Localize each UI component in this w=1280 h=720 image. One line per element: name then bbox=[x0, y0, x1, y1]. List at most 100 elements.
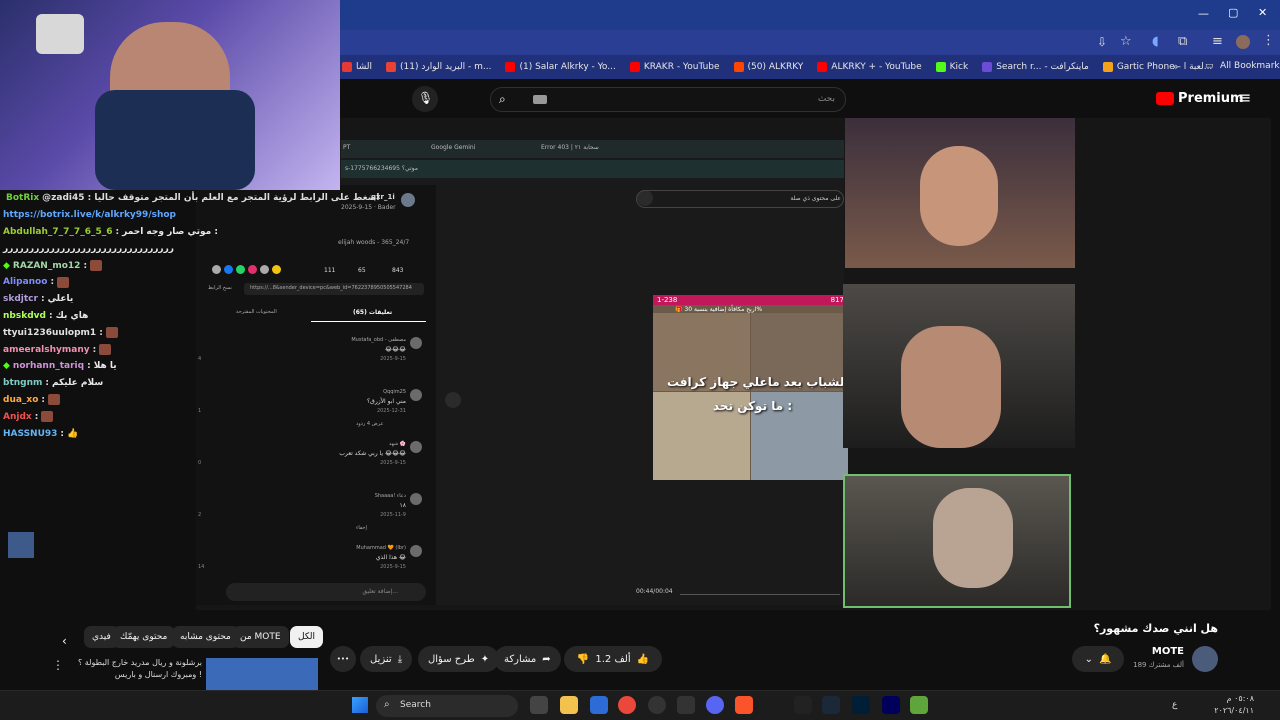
close-button[interactable]: ✕ bbox=[1258, 6, 1267, 19]
bookmarks-overflow-button[interactable]: » bbox=[1172, 60, 1179, 73]
channel-name[interactable]: MOTE bbox=[1152, 646, 1184, 657]
ask-button[interactable]: طرح سؤال ✦ bbox=[418, 646, 500, 672]
recommendation-chip[interactable]: فيدي bbox=[84, 626, 119, 648]
poster-avatar[interactable] bbox=[401, 193, 415, 207]
chat-username[interactable]: RAZAN_mo12 bbox=[13, 261, 81, 271]
bookmark-item[interactable]: (1) Salar Alkrky - Yo... bbox=[505, 62, 616, 72]
chat-username[interactable]: dua_xo bbox=[3, 395, 38, 405]
commenter-avatar[interactable] bbox=[410, 545, 422, 557]
related-tab[interactable]: المحتويات المقترحة bbox=[236, 309, 277, 315]
clock-date[interactable]: ٢٠٢٦/٠٤/١١ bbox=[1214, 706, 1254, 715]
chrome-icon[interactable] bbox=[618, 696, 636, 714]
keyboard-icon[interactable] bbox=[533, 95, 547, 104]
bookmark-item[interactable]: KRAKR - YouTube bbox=[629, 62, 720, 72]
commenter-name[interactable]: شهد 🌸 bbox=[389, 441, 406, 447]
store-icon[interactable] bbox=[590, 696, 608, 714]
bookmark-item[interactable]: (11) البريد الوارد - m... bbox=[386, 62, 491, 72]
recommended-title-2[interactable]: ومبروك ارسنال و باريس ! bbox=[115, 670, 202, 679]
chat-username[interactable]: ameeralshymany bbox=[3, 345, 90, 355]
star-icon[interactable]: ☆ bbox=[1120, 34, 1132, 49]
like-icon[interactable]: 👍 bbox=[637, 654, 649, 665]
recommendation-chip[interactable]: من MOTE bbox=[232, 626, 289, 648]
tab-search-icon[interactable]: ≡ bbox=[1212, 34, 1223, 49]
channel-avatar[interactable] bbox=[1192, 646, 1218, 672]
search-input[interactable]: ⌕ بحث bbox=[490, 87, 846, 112]
task-view-icon[interactable] bbox=[530, 696, 548, 714]
share-count[interactable]: 111 bbox=[324, 267, 335, 274]
hamburger-menu-icon[interactable]: ≡ bbox=[1238, 88, 1251, 107]
chat-username[interactable]: skdjtcr bbox=[3, 294, 38, 304]
recommendation-chip[interactable]: الكل bbox=[290, 626, 324, 648]
recommended-title-1[interactable]: برشلونة و ريال مدريد خارج البطولة ؟ bbox=[78, 658, 202, 667]
chat-username[interactable]: ttyui1236uulopm1 bbox=[3, 328, 96, 338]
chat-username[interactable]: btngnm bbox=[3, 378, 42, 388]
commenter-avatar[interactable] bbox=[410, 389, 422, 401]
windows-start-icon[interactable] bbox=[352, 697, 368, 713]
chat-username[interactable]: Alipanoo bbox=[3, 277, 47, 287]
all-bookmarks-button[interactable]: All Bookmarks bbox=[1220, 61, 1280, 71]
view-replies-button[interactable]: إخفاء bbox=[356, 525, 367, 531]
maximize-button[interactable]: ▢ bbox=[1228, 6, 1238, 19]
related-search-box[interactable]: على محتوى ذي صلة bbox=[636, 190, 844, 208]
extensions-icon[interactable]: ⧉ bbox=[1178, 34, 1187, 49]
bookmark-item[interactable]: Kick bbox=[935, 62, 968, 72]
menu-icon[interactable]: ⋮ bbox=[1262, 33, 1275, 48]
commenter-name[interactable]: Mustafa_obd - مصطفى bbox=[351, 337, 406, 343]
commenter-avatar[interactable] bbox=[410, 337, 422, 349]
inner-tab-1[interactable]: PT bbox=[343, 144, 350, 151]
recommendation-chip[interactable]: محتوى مشابه bbox=[172, 626, 239, 648]
minecraft-icon[interactable] bbox=[910, 696, 928, 714]
comment-count[interactable]: 65 bbox=[358, 267, 366, 274]
bookmark-item[interactable]: الشا bbox=[342, 62, 372, 72]
search-icon[interactable]: ⌕ bbox=[499, 92, 506, 107]
obs-icon[interactable] bbox=[648, 696, 666, 714]
bookmark-item[interactable]: Gartic Phone - لعبة ا... bbox=[1102, 62, 1212, 72]
minimize-button[interactable]: — bbox=[1198, 7, 1209, 20]
profile-avatar[interactable] bbox=[1236, 35, 1250, 49]
steam-icon[interactable] bbox=[822, 696, 840, 714]
more-actions-button[interactable]: ••• bbox=[330, 646, 356, 672]
subscribe-bell-button[interactable]: ⌄ 🔔 bbox=[1072, 646, 1124, 672]
clock-time[interactable]: ٠٥:٠٨ م bbox=[1227, 694, 1254, 703]
scroll-down-button[interactable] bbox=[445, 392, 461, 408]
settings-icon[interactable] bbox=[677, 696, 695, 714]
inner-address-bar[interactable]: s-1775766234695 موتي؟ bbox=[341, 160, 844, 178]
commenter-avatar[interactable] bbox=[410, 441, 422, 453]
language-indicator[interactable]: ع bbox=[1172, 700, 1177, 710]
youtube-premium-logo[interactable]: Premium bbox=[1178, 91, 1244, 106]
commenter-name[interactable]: Qqqim25 bbox=[383, 389, 406, 395]
chat-username[interactable]: Abdullah_7_7_7_6_5_6 bbox=[3, 227, 112, 237]
comments-tab[interactable]: تعليقات (65) bbox=[353, 309, 392, 316]
file-explorer-icon[interactable] bbox=[560, 696, 578, 714]
download-button[interactable]: تنزيل ⤓ bbox=[360, 646, 413, 672]
chat-username[interactable]: HASSNU93 bbox=[3, 429, 57, 439]
recommendation-chip[interactable]: محتوى يهمّك bbox=[112, 626, 176, 648]
chat-username[interactable]: norhann_tariq bbox=[13, 361, 84, 371]
chevron-left-icon[interactable]: ‹ bbox=[62, 634, 67, 648]
recommended-menu-icon[interactable]: ⋮ bbox=[52, 658, 64, 672]
commenter-avatar[interactable] bbox=[410, 493, 422, 505]
bookmark-item[interactable]: ALKRKY + - YouTube bbox=[817, 62, 922, 72]
bookmark-item[interactable]: (50) ALKRKY bbox=[733, 62, 803, 72]
capcut-icon[interactable] bbox=[794, 696, 812, 714]
copy-link-button[interactable]: نسخ الرابط bbox=[208, 285, 232, 291]
like-count[interactable]: 843 bbox=[392, 267, 403, 274]
taskbar-search[interactable]: ⌕ Search bbox=[376, 695, 518, 717]
commenter-name[interactable]: Muhammad 🧡 (Ibr) bbox=[356, 545, 406, 551]
inner-tab-3[interactable]: Error 403 | سحابة ٢١ bbox=[541, 144, 599, 151]
share-button[interactable]: مشاركة ➦ bbox=[494, 646, 561, 672]
share-url-field[interactable]: https://...8&sender_device=pc&web_id=762… bbox=[244, 283, 424, 295]
inner-tab-2[interactable]: Google Gemini bbox=[431, 144, 475, 151]
commenter-name[interactable]: Shaaaa! دعاء bbox=[375, 493, 406, 499]
discord-icon[interactable] bbox=[706, 696, 724, 714]
chat-username[interactable]: nbskdvd bbox=[3, 311, 46, 321]
chat-username[interactable]: Anjdx bbox=[3, 412, 32, 422]
recommended-thumbnail[interactable] bbox=[206, 658, 318, 690]
dislike-icon[interactable]: 👎 bbox=[577, 654, 589, 665]
photoshop-icon[interactable] bbox=[852, 696, 870, 714]
premiere-icon[interactable] bbox=[882, 696, 900, 714]
install-icon[interactable]: ⇩ bbox=[1097, 35, 1107, 49]
view-replies-button[interactable]: عرض 4 ردود bbox=[356, 421, 383, 427]
inner-progress-bar[interactable] bbox=[680, 594, 840, 595]
comment-input[interactable]: إضافة تعليق... bbox=[226, 583, 426, 601]
